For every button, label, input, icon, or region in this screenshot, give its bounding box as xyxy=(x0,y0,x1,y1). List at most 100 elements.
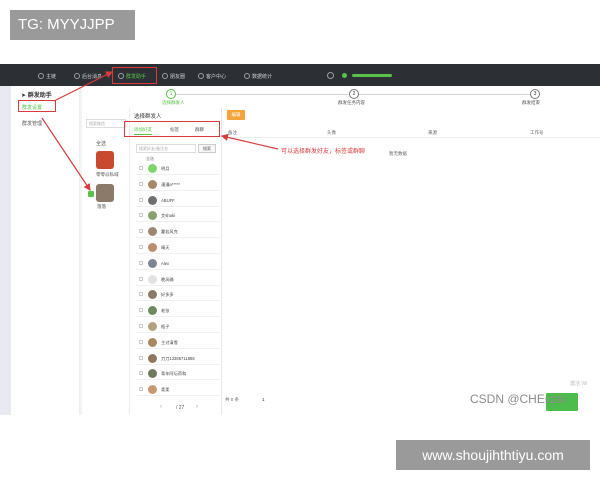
contact-name: 晴天 xyxy=(161,245,170,250)
selection-title: 选择群发人 xyxy=(134,114,162,120)
contact-checkbox[interactable] xyxy=(139,197,143,202)
active-tab-underline xyxy=(134,134,152,135)
sidebar-strip xyxy=(0,86,11,415)
sidebar-title: ➤ 群发助手 xyxy=(21,93,52,99)
contact-checkbox[interactable] xyxy=(139,355,143,360)
contact-checkbox[interactable] xyxy=(139,276,143,281)
contact-checkbox[interactable] xyxy=(139,229,143,234)
contact-row[interactable]: 主讨清雪 xyxy=(136,336,222,349)
contact-checkbox[interactable] xyxy=(139,181,143,186)
contact-checkbox[interactable] xyxy=(139,371,143,376)
nav-item-customers[interactable]: 客户中心 xyxy=(198,70,226,82)
contact-avatar xyxy=(148,306,157,316)
empty-state-text: 暂无数据 xyxy=(389,151,407,156)
prev-page-icon[interactable]: ‹ xyxy=(160,404,162,410)
contact-name: 好多多 xyxy=(161,292,174,298)
message-icon xyxy=(74,73,80,79)
sidebar xyxy=(0,86,80,415)
contact-row[interactable]: ABUFF xyxy=(136,194,222,207)
page-total: 27 xyxy=(178,405,185,411)
contact-row[interactable]: Alex xyxy=(136,257,222,270)
edit-button[interactable]: 编辑 xyxy=(227,110,245,120)
top-nav-bar: 主链 后台消息 群发助手 朋友圈 客户中心 数据统计 xyxy=(0,64,600,86)
contact-name: 青年阿坛荷和 xyxy=(161,371,187,377)
contact-row[interactable]: 漫漫a***** xyxy=(136,178,222,191)
account-name-bar[interactable] xyxy=(352,74,392,77)
contact-avatar xyxy=(148,179,157,189)
contact-name: 柔柔 xyxy=(161,387,170,393)
contact-name: 瓶子 xyxy=(161,324,170,329)
contact-name: 刀刀13385711888 xyxy=(161,355,195,361)
page: TG: MYYJJPP 主链 后台消息 群发助手 朋友圈 客户中心 数据统计 ➤… xyxy=(0,0,600,480)
step-line xyxy=(358,94,530,95)
contact-search-button[interactable]: 搜索 xyxy=(198,144,216,153)
step-line xyxy=(172,94,348,95)
contact-avatar xyxy=(148,385,157,395)
table-footer-total: 共 0 条 xyxy=(225,397,240,402)
table-header-cell: 头像 xyxy=(327,130,336,135)
tab-groups[interactable]: 群聊 xyxy=(195,127,204,133)
contact-checkbox[interactable] xyxy=(139,166,143,170)
chart-icon xyxy=(244,73,250,79)
contact-avatar xyxy=(148,258,157,268)
contact-checkbox[interactable] xyxy=(139,339,143,344)
sidebar-item-manage[interactable]: 群发管理 xyxy=(22,120,42,127)
contact-name: 明月 xyxy=(161,166,170,171)
home-icon xyxy=(38,73,44,79)
contact-name: 艾shaki xyxy=(161,213,175,219)
contact-avatar xyxy=(148,227,157,237)
account-select-all[interactable]: 全选 xyxy=(96,140,106,147)
tg-tag: TG: MYYJJPP xyxy=(10,10,135,40)
account-search-input[interactable]: 搜索微信 xyxy=(86,119,126,128)
tab-friends[interactable]: 添加好友 xyxy=(134,127,152,133)
contact-checkbox[interactable] xyxy=(139,308,143,313)
contact-row[interactable]: 霍若风克 xyxy=(136,225,222,239)
account-checkbox[interactable] xyxy=(88,191,94,197)
step-3-circle: 3 xyxy=(530,89,540,99)
table-header-cell: 备注 xyxy=(228,130,237,135)
contact-checkbox[interactable] xyxy=(139,387,143,392)
contact-avatar xyxy=(148,274,157,284)
table-footer-page[interactable]: 1 xyxy=(262,397,265,402)
contact-avatar xyxy=(148,290,157,300)
contact-row[interactable]: 青年阿坛荷和 xyxy=(136,367,222,381)
contact-checkbox[interactable] xyxy=(139,292,143,297)
page-indicator: / 27 xyxy=(176,405,185,411)
contact-name: 晚风确 xyxy=(161,276,174,282)
contact-checkbox[interactable] xyxy=(139,245,143,249)
step-2-label: 群发任务内容 xyxy=(338,100,365,105)
contact-name: 漫漫a***** xyxy=(161,181,180,187)
steps-bar: 1 2 3 选择群发人 群发任务内容 群发结束 xyxy=(82,86,600,108)
next-page-icon[interactable]: › xyxy=(196,404,198,410)
contact-row[interactable]: 瓶子 xyxy=(136,320,222,333)
contact-row[interactable]: 晚风确 xyxy=(136,273,222,286)
contact-row[interactable]: 晴天 xyxy=(136,241,222,254)
contact-avatar xyxy=(148,369,157,379)
contact-avatar xyxy=(148,353,157,363)
contact-row[interactable]: 老张 xyxy=(136,304,222,318)
tab-tags[interactable]: 标签 xyxy=(170,127,179,133)
nav-item-home[interactable]: 主链 xyxy=(38,70,56,82)
account-name: 零零@私域 xyxy=(96,172,119,177)
contact-avatar xyxy=(148,243,157,252)
account-avatar[interactable] xyxy=(96,151,114,169)
nav-item-messages[interactable]: 后台消息 xyxy=(74,70,102,82)
contact-row[interactable]: 刀刀13385711888 xyxy=(136,352,222,365)
contact-avatar xyxy=(148,211,157,221)
contact-avatar xyxy=(148,322,157,331)
contact-row[interactable]: 明月 xyxy=(136,162,222,175)
contact-name: ABUFF xyxy=(161,197,175,203)
contact-checkbox[interactable] xyxy=(139,260,143,265)
account-icon[interactable] xyxy=(327,72,334,79)
contact-row[interactable]: 好多多 xyxy=(136,288,222,302)
account-avatar[interactable] xyxy=(96,184,114,202)
contact-checkbox[interactable] xyxy=(139,324,143,328)
contact-search-input[interactable]: 搜索好友/备注名 xyxy=(136,144,196,153)
nav-item-stats[interactable]: 数据统计 xyxy=(244,70,272,82)
moments-icon xyxy=(162,73,168,79)
contact-checkbox[interactable] xyxy=(139,213,143,218)
contact-avatar xyxy=(148,337,157,347)
nav-item-moments[interactable]: 朋友圈 xyxy=(162,70,185,82)
contact-row[interactable]: 艾shaki xyxy=(136,209,222,223)
contact-row[interactable]: 柔柔 xyxy=(136,383,222,397)
